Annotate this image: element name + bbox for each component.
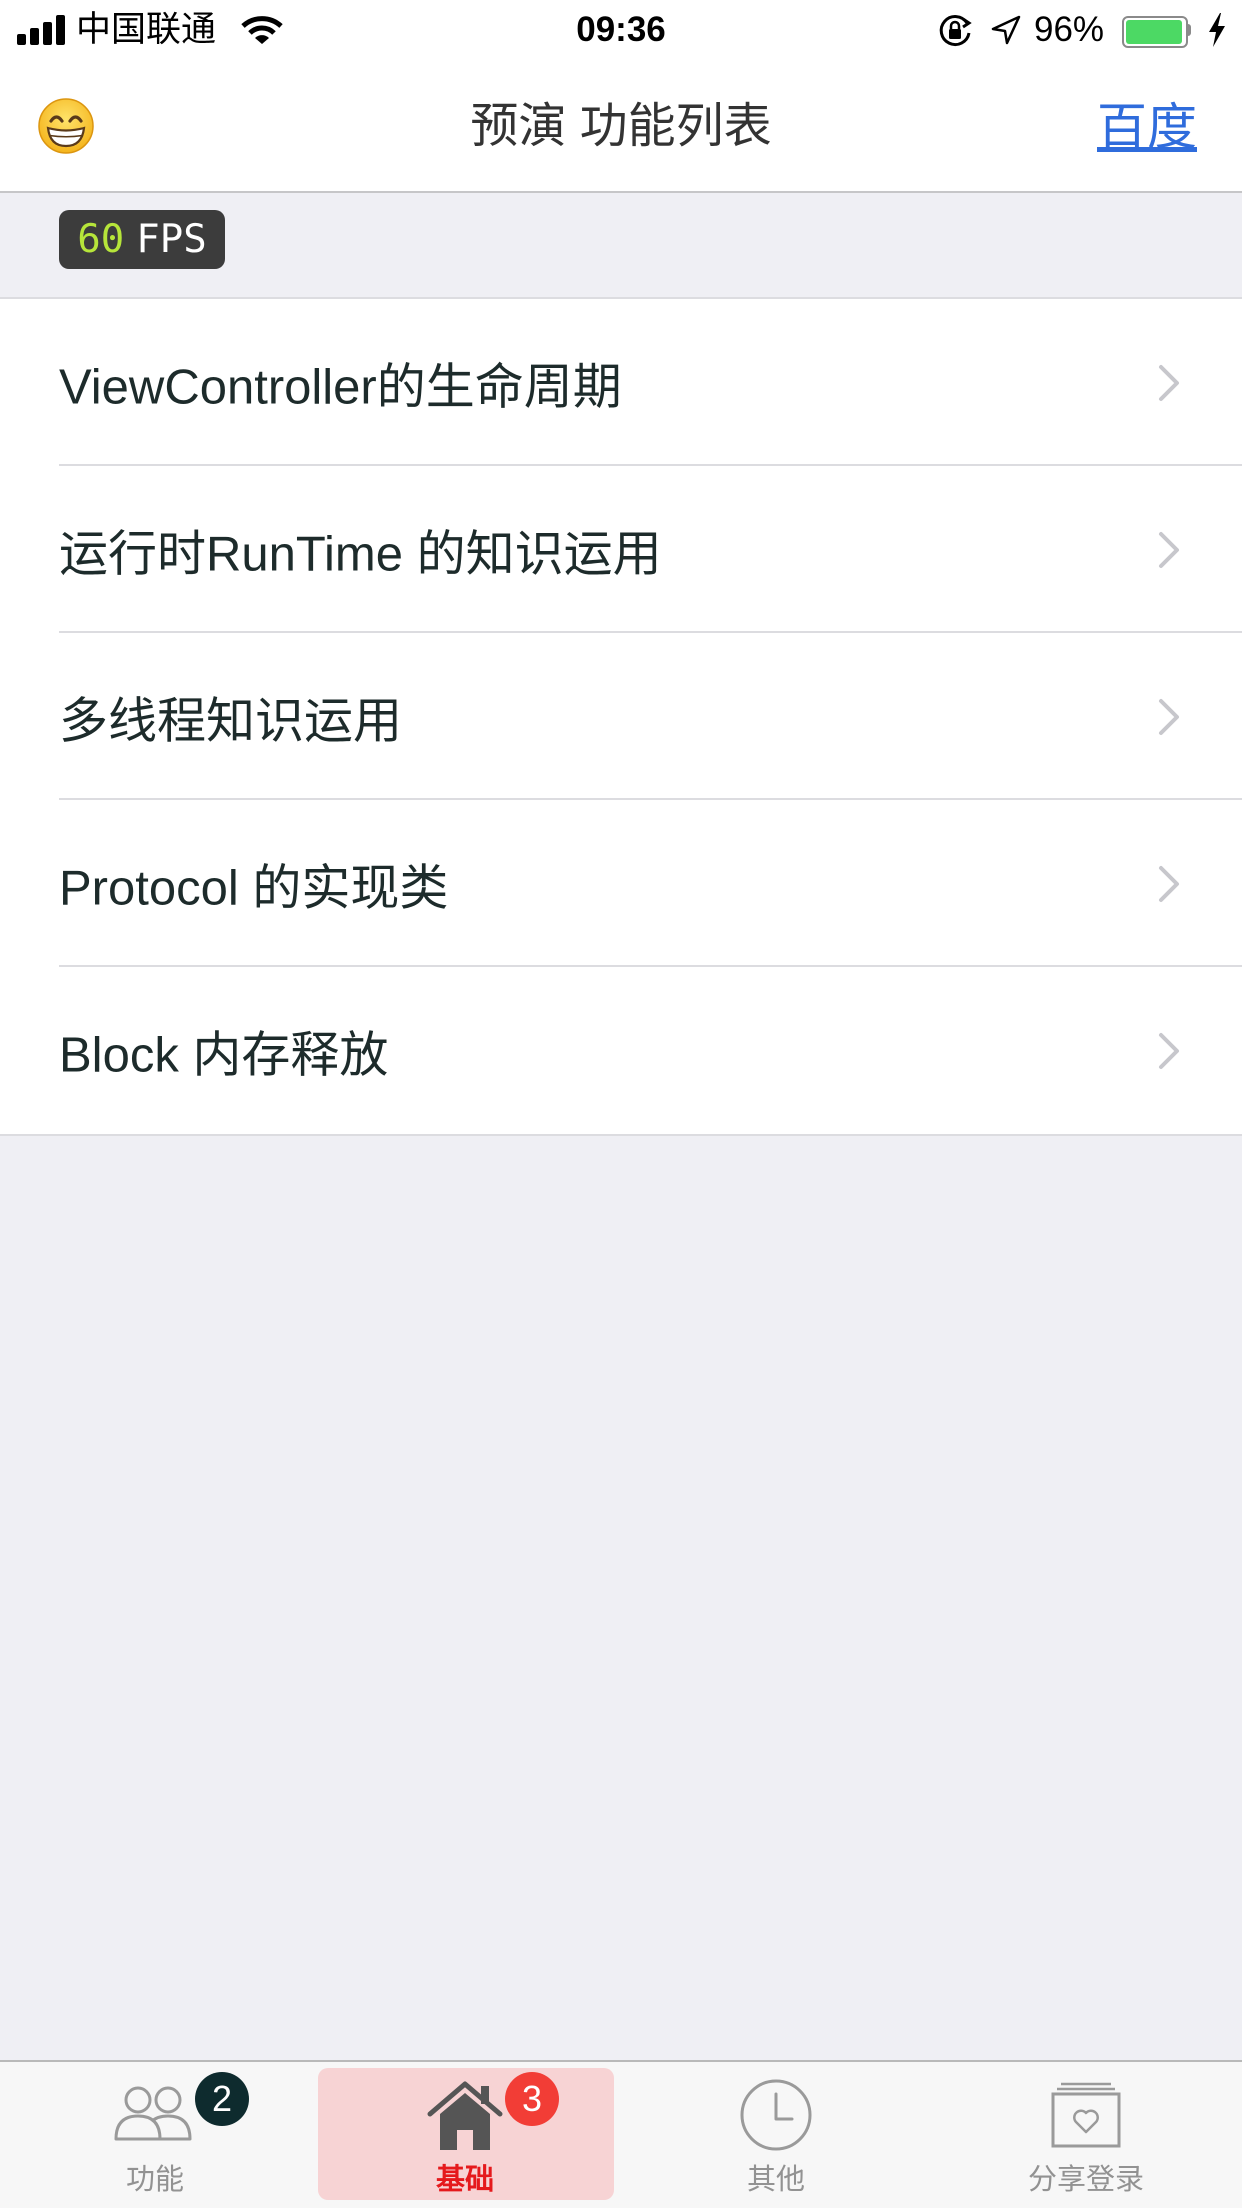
fps-header-area: 60 FPS (0, 193, 1242, 297)
rotation-lock-icon (939, 15, 972, 47)
feature-list: ViewController的生命周期 运行时RunTime 的知识运用 多线程… (0, 297, 1242, 1136)
baidu-link[interactable]: 百度 (1097, 97, 1197, 157)
fps-value: 60 (77, 217, 125, 262)
battery-icon (1122, 16, 1188, 48)
tab-label: 分享登录 (1027, 2164, 1144, 2196)
tab-badge: 2 (195, 2072, 249, 2126)
tab-qita[interactable]: 其他 (621, 2062, 931, 2208)
tab-jichu[interactable]: 3 基础 (310, 2062, 620, 2208)
house-icon (427, 2081, 503, 2150)
tab-label: 基础 (435, 2164, 494, 2196)
tab-bar: 2 功能 3 基础 其他 分享登录 (0, 2060, 1242, 2208)
battery-fill (1126, 20, 1182, 44)
chevron-right-icon (1159, 865, 1179, 902)
list-item[interactable]: Block 内存释放 (0, 967, 1242, 1134)
chevron-right-icon (1159, 698, 1179, 735)
navigation-bar: 预演 功能列表 百度 (0, 60, 1242, 193)
clock-icon (740, 2079, 812, 2151)
chevron-right-icon (1159, 1032, 1179, 1069)
chevron-right-icon (1159, 531, 1179, 568)
status-bar: 中国联通 09:36 96% (0, 0, 1242, 60)
list-item-label: Block 内存释放 (59, 1028, 389, 1082)
battery-percentage: 96% (1034, 10, 1105, 49)
tab-badge: 3 (505, 2072, 559, 2126)
charging-icon (1209, 13, 1225, 47)
tab-label: 其他 (746, 2164, 805, 2196)
list-item[interactable]: Protocol 的实现类 (0, 800, 1242, 967)
list-item-label: 多线程知识运用 (59, 694, 403, 748)
chevron-right-icon (1159, 364, 1179, 401)
fps-label: 60 FPS (59, 210, 225, 269)
page-title: 预演 功能列表 (470, 100, 772, 153)
fps-unit: FPS (136, 217, 207, 262)
list-item[interactable]: 多线程知识运用 (0, 633, 1242, 800)
list-item-label: Protocol 的实现类 (59, 861, 449, 915)
tab-gongneng[interactable]: 2 功能 (0, 2062, 310, 2208)
people-icon (114, 2086, 192, 2141)
heart-card-icon (1051, 2082, 1121, 2148)
tab-label: 功能 (125, 2164, 184, 2196)
list-item-label: 运行时RunTime 的知识运用 (59, 527, 662, 581)
tab-fenxiang-denglu[interactable]: 分享登录 (931, 2062, 1241, 2208)
list-item-label: ViewController的生命周期 (59, 360, 622, 414)
list-item[interactable]: ViewController的生命周期 (0, 299, 1242, 466)
battery-nub (1186, 24, 1191, 36)
list-item[interactable]: 运行时RunTime 的知识运用 (0, 466, 1242, 633)
location-icon (991, 15, 1021, 45)
